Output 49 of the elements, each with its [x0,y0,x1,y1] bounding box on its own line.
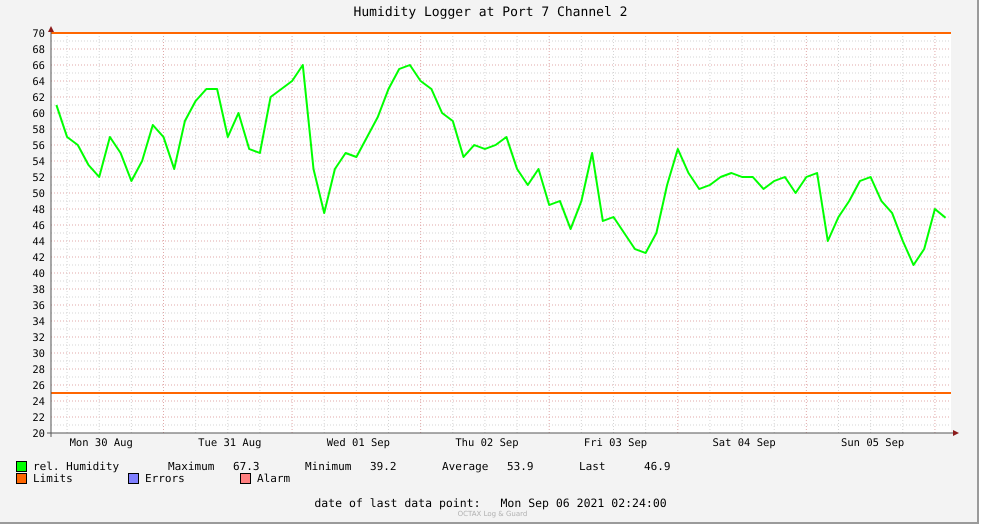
x-tick-label: Sun 05 Sep [841,437,904,449]
legend-label: rel. Humidity [33,460,120,472]
stat-label: Last [579,460,606,472]
y-tick-label: 32 [32,332,45,344]
y-tick-label: 62 [32,92,45,104]
y-tick-label: 58 [32,124,45,136]
stat-value: 67.3 [233,460,260,472]
legend-label: Limits [33,472,73,484]
legend-label: Alarm [257,472,290,484]
y-tick-label: 26 [32,380,45,392]
y-tick-label: 46 [32,220,45,232]
y-tick-label: 66 [32,60,45,72]
y-tick-label: 24 [32,396,45,408]
stat-value: 53.9 [507,460,534,472]
y-tick-label: 30 [32,348,45,360]
y-tick-label: 28 [32,364,45,376]
y-tick-label: 70 [32,28,45,40]
stat-label: Maximum [168,460,216,472]
x-tick-label: Fri 03 Sep [584,437,648,449]
y-tick-label: 42 [32,252,45,264]
y-tick-label: 48 [32,204,45,216]
legend-swatch [16,460,27,472]
last-data-label: date of last data point: [314,496,480,510]
x-tick-label: Tue 31 Aug [198,437,262,449]
y-tick-label: 50 [32,188,45,200]
y-tick-label: 44 [32,236,45,248]
x-tick-label: Sat 04 Sep [712,437,776,449]
stat-label: Minimum [305,460,352,472]
stat-label: Average [442,460,490,472]
legend-label: Errors [145,472,185,484]
y-tick-label: 60 [32,108,45,120]
y-tick-label: 34 [32,316,45,328]
y-tick-label: 36 [32,300,45,312]
y-tick-label: 52 [32,172,45,184]
last-data-value: Mon Sep 06 2021 02:24:00 [500,496,667,510]
stat-value: 39.2 [370,460,398,472]
stat-value: 46.9 [644,460,672,472]
y-tick-label: 56 [32,140,45,152]
y-tick-label: 54 [32,156,45,168]
y-tick-label: 40 [32,268,45,280]
y-tick-label: 64 [32,76,45,88]
y-tick-label: 22 [32,412,45,424]
chart-title: Humidity Logger at Port 7 Channel 2 [352,4,628,22]
x-tick-label: Wed 01 Sep [326,437,390,449]
y-tick-label: 38 [32,284,45,296]
x-tick-label: Thu 02 Sep [455,437,519,449]
y-tick-label: 20 [32,428,45,440]
x-tick-label: Mon 30 Aug [70,437,133,449]
y-tick-label: 68 [32,44,45,56]
